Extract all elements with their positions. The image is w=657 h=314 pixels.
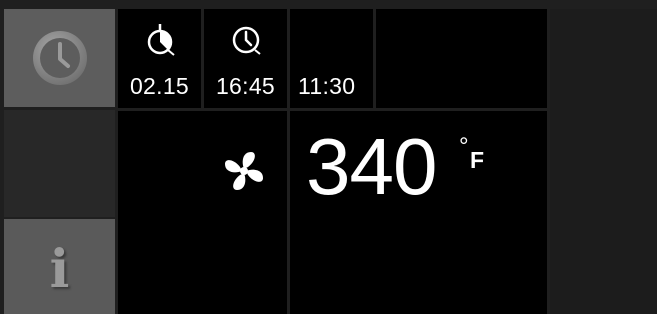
right-side-panel	[550, 9, 657, 314]
end-time-cell[interactable]: 16:45	[204, 9, 287, 108]
clock-menu-button[interactable]	[4, 9, 115, 107]
current-time-cell[interactable]: 11:30	[290, 9, 373, 108]
end-time-clock-icon	[232, 26, 261, 55]
fan-mode-panel[interactable]	[118, 111, 287, 314]
empty-status-cell	[376, 9, 547, 108]
end-time-value: 16:45	[215, 73, 276, 99]
cook-timer-cell[interactable]: 02.15	[118, 9, 201, 108]
temperature-value: 340	[306, 122, 437, 211]
fan-icon	[225, 152, 263, 190]
oven-control-screen: i 02.15 16:45 11:30 340 ° F	[0, 0, 657, 314]
current-time-value: 11:30	[298, 73, 356, 99]
empty-menu-slot	[4, 110, 115, 217]
info-icon: i	[49, 238, 70, 300]
cook-timer-value: 02.15	[129, 73, 190, 99]
clock-icon	[32, 31, 87, 85]
temperature-panel[interactable]: 340 ° F	[290, 111, 547, 314]
degree-symbol: °	[459, 133, 469, 160]
timer-icon	[147, 24, 175, 56]
temperature-unit: F	[470, 147, 485, 173]
info-button[interactable]: i	[4, 219, 115, 314]
